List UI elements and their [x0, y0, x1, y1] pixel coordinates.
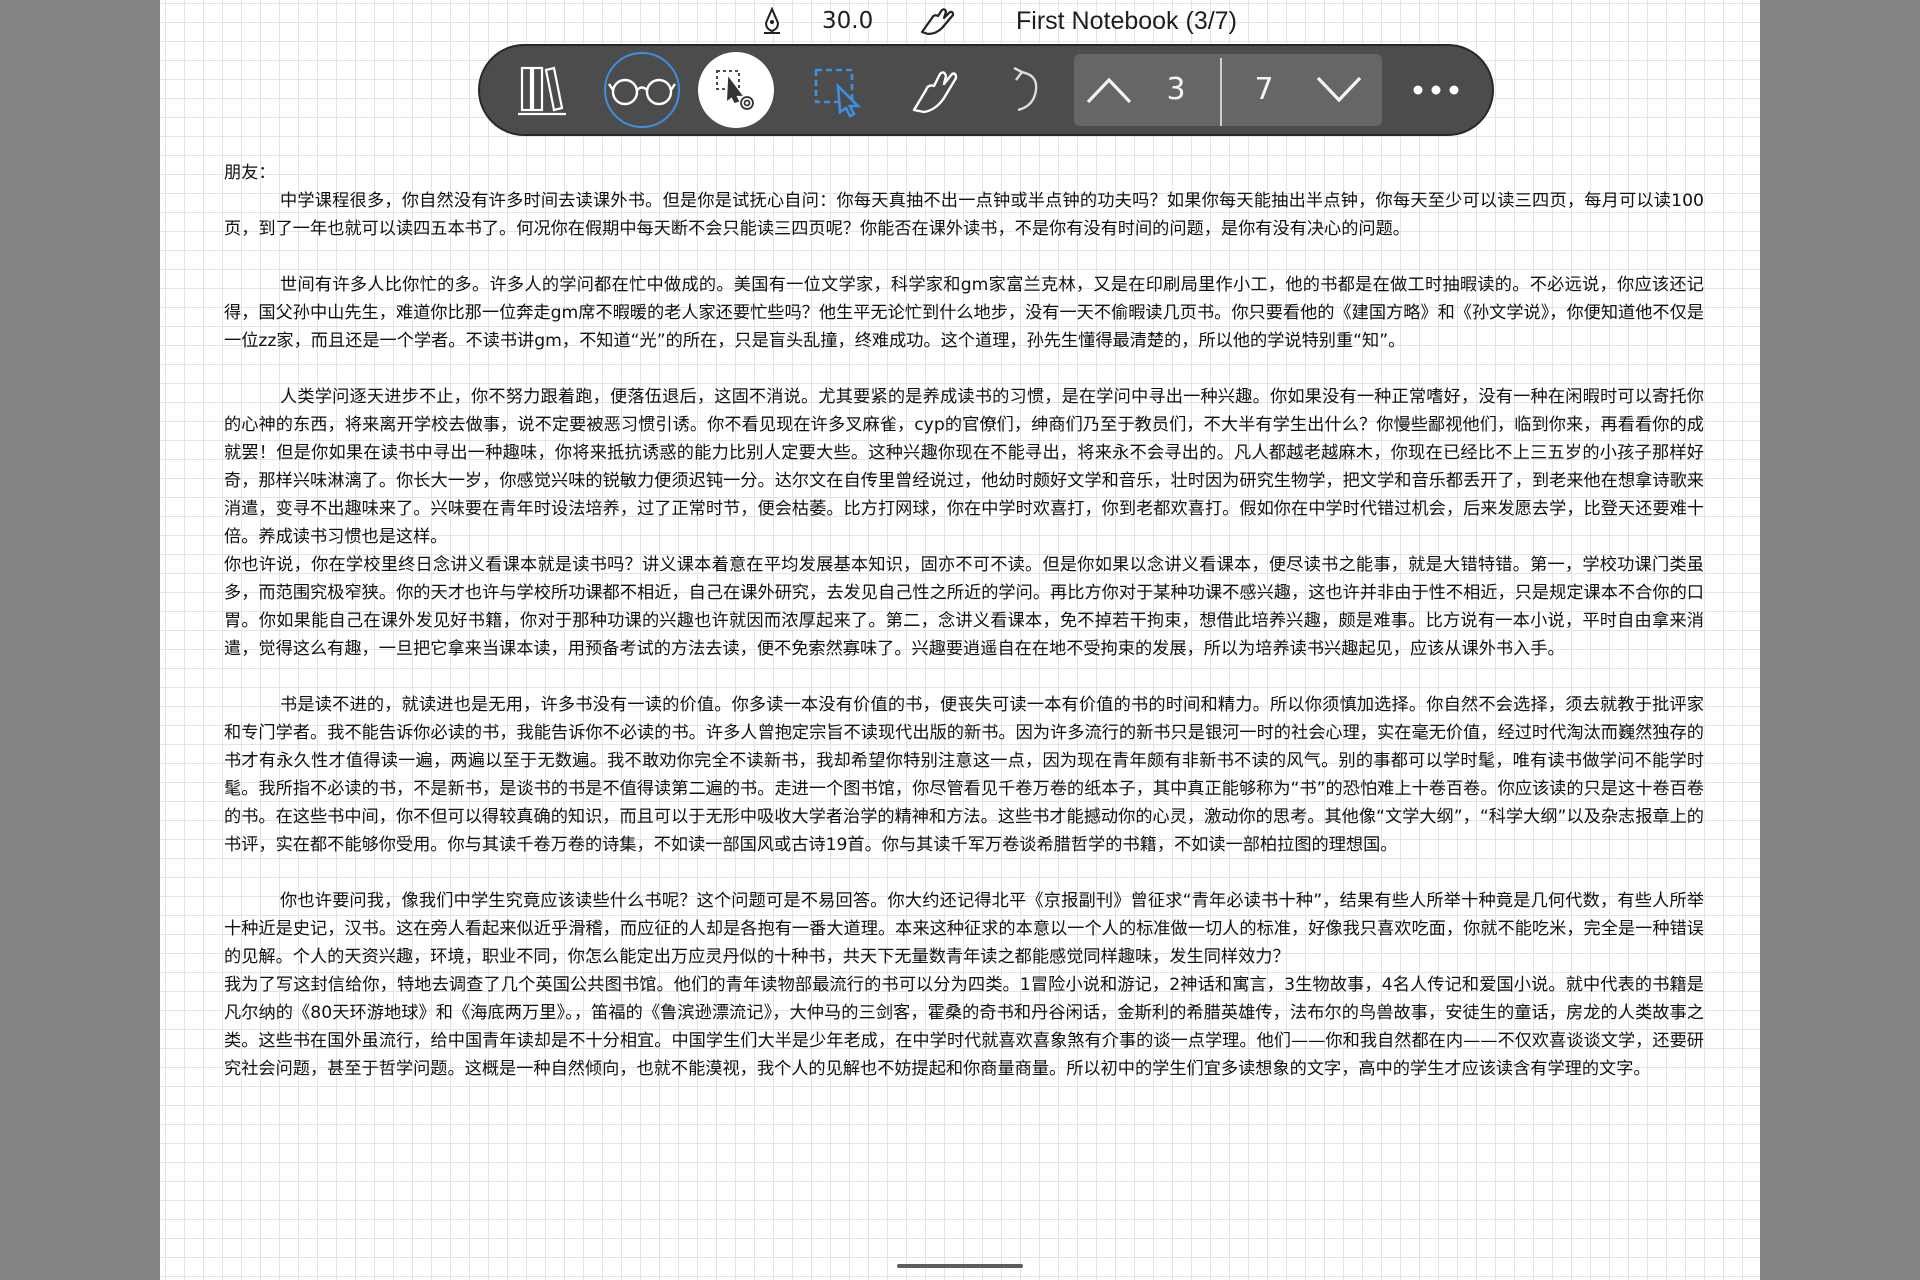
undo-button[interactable]: [990, 52, 1066, 128]
paragraph: 我为了写这封信给你，特地去调查了几个英国公共图书馆。他们的青年读物部最流行的书可…: [224, 975, 1704, 1079]
undo-icon: [1013, 66, 1038, 112]
chevron-up-icon[interactable]: [1084, 72, 1134, 108]
lasso-settings-button[interactable]: [698, 52, 774, 128]
paragraph: 人类学问逐天进步不止，你不努力跟着跑，便落伍退后，这固不消说。尤其要紧的是养成读…: [224, 387, 1704, 547]
chevron-down-icon[interactable]: [1314, 72, 1364, 108]
read-mode-icon: [608, 78, 676, 106]
paragraph: 世间有许多人比你忙的多。许多人的学问都在忙中做成的。美国有一位文学家，科学家和g…: [224, 275, 1704, 351]
more-button[interactable]: [1398, 52, 1474, 128]
hand-icon: [912, 71, 958, 114]
paragraph: 书是读不进的，就读进也是无用，许多书没有一读的价值。你多读一本没有价值的书，便丧…: [224, 695, 1704, 855]
paragraph: 中学课程很多，你自然没有许多时间去读课外书。但是你是试抚心自问：你每天真抽不出一…: [224, 191, 1704, 239]
library-button[interactable]: [504, 52, 580, 128]
letter-content: 朋友： 中学课程很多，你自然没有许多时间去读课外书。但是你是试抚心自问：你每天真…: [224, 159, 1704, 1083]
pen-size-value: 30.0: [822, 8, 874, 34]
lasso-select-icon: [814, 68, 862, 118]
palm-rejection-icon: [920, 8, 955, 36]
toolbar: 3 7: [478, 44, 1494, 136]
page-navigator: 3 7: [1074, 54, 1382, 126]
lasso-select-button[interactable]: [800, 52, 876, 128]
pen-nib-icon: [764, 7, 780, 34]
library-icon: [518, 66, 566, 116]
lasso-settings-icon: [716, 70, 754, 110]
read-mode-button[interactable]: [604, 52, 680, 128]
paragraph: 你也许说，你在学校里终日念讲义看课本就是读书吗？讲义课本着意在平均发展基本知识，…: [224, 555, 1704, 659]
hand-tool-button[interactable]: [898, 52, 974, 128]
home-indicator[interactable]: [897, 1264, 1023, 1268]
more-icon: [1413, 85, 1459, 95]
status-bar: 30.0 First Notebook (3/7): [760, 6, 1237, 36]
pager-divider: [1220, 58, 1222, 126]
paragraph: 你也许要问我，像我们中学生究竟应该读些什么书呢？这个问题可是不易回答。你大约还记…: [224, 891, 1704, 967]
current-page-number[interactable]: 3: [1158, 54, 1194, 126]
total-pages-number: 7: [1254, 72, 1274, 107]
salutation: 朋友：: [224, 163, 276, 183]
notebook-title: First Notebook (3/7): [1016, 6, 1237, 35]
